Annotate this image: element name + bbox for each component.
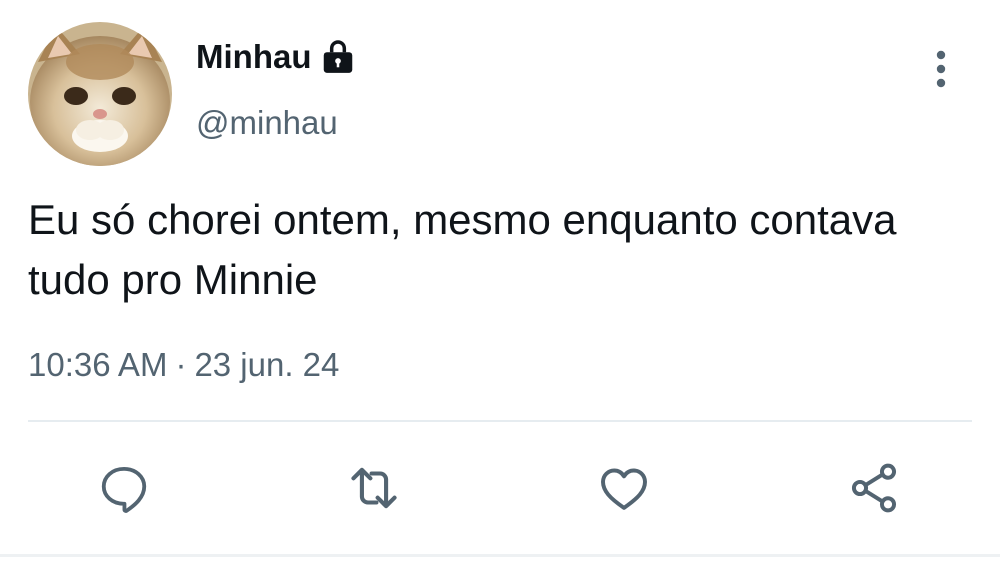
meta-separator: · bbox=[175, 346, 187, 383]
user-handle[interactable]: @minhau bbox=[196, 104, 338, 142]
divider bbox=[28, 420, 972, 422]
bottom-divider bbox=[0, 554, 1000, 557]
retweet-icon bbox=[351, 467, 397, 509]
reply-button[interactable] bbox=[94, 458, 154, 518]
share-icon bbox=[851, 463, 897, 513]
tweet-card: Minhau @minhau Eu só chorei ontem, mesmo… bbox=[0, 0, 1000, 572]
display-name-text: Minhau bbox=[196, 38, 312, 75]
tweet-time: 10:36 AM bbox=[28, 346, 168, 383]
retweet-button[interactable] bbox=[344, 458, 404, 518]
display-name[interactable]: Minhau bbox=[196, 38, 357, 76]
tweet-date: 23 jun. 24 bbox=[194, 346, 340, 383]
more-options-button[interactable] bbox=[920, 48, 962, 90]
share-button[interactable] bbox=[844, 458, 904, 518]
more-vertical-icon bbox=[936, 50, 946, 88]
cat-avatar-image bbox=[28, 22, 172, 166]
tweet-text: Eu só chorei ontem, mesmo enquanto conta… bbox=[28, 196, 897, 303]
lock-icon bbox=[319, 38, 357, 76]
reply-icon bbox=[101, 466, 147, 513]
tweet-timestamp[interactable]: 10:36 AM · 23 jun. 24 bbox=[28, 346, 339, 384]
heart-icon bbox=[601, 468, 647, 510]
avatar[interactable] bbox=[28, 22, 172, 166]
like-button[interactable] bbox=[594, 458, 654, 518]
